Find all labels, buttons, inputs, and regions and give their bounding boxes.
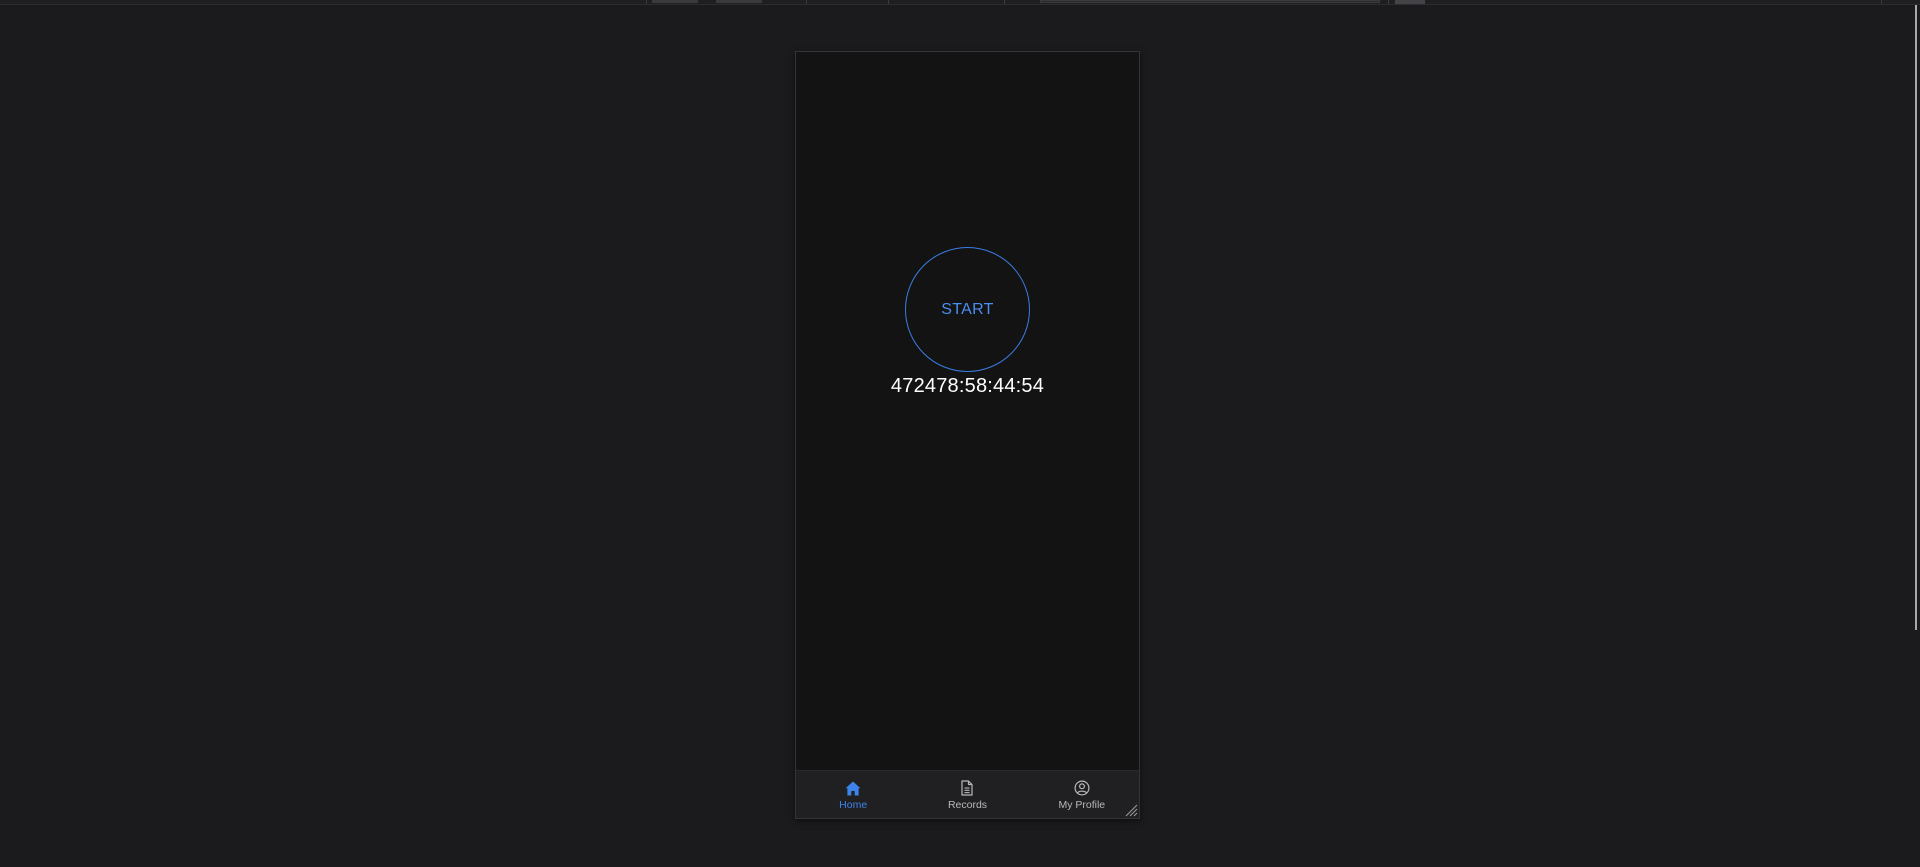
nav-item-label: My Profile — [1058, 799, 1106, 811]
nav-item-home[interactable]: Home — [796, 771, 910, 818]
toolbar-tab[interactable] — [716, 0, 762, 3]
bottom-navigation: Home Records My Profile — [796, 770, 1139, 818]
toolbar-button[interactable] — [1395, 0, 1425, 4]
page-scrollbar[interactable] — [1915, 5, 1917, 630]
nav-item-my-profile[interactable]: My Profile — [1025, 771, 1139, 818]
nav-item-records[interactable]: Records — [910, 771, 1024, 818]
toolbar-divider — [806, 0, 807, 4]
toolbar-tab[interactable] — [652, 0, 698, 3]
elapsed-timer: 472478:58:44:54 — [890, 375, 1045, 397]
browser-toolbar-strip — [0, 0, 1920, 5]
document-icon — [960, 780, 974, 796]
toolbar-divider — [1388, 0, 1389, 4]
resize-handle-icon[interactable] — [1124, 803, 1138, 817]
start-button[interactable]: START — [905, 247, 1030, 372]
toolbar-divider — [888, 0, 889, 4]
toolbar-divider — [1881, 0, 1882, 4]
mobile-viewport: START 472478:58:44:54 Home Records My Pr… — [795, 51, 1140, 819]
toolbar-divider — [1004, 0, 1005, 4]
toolbar-divider — [646, 0, 647, 4]
nav-item-label: Home — [839, 798, 868, 811]
nav-item-label: Records — [947, 799, 988, 811]
home-icon — [845, 781, 861, 796]
user-circle-icon — [1074, 780, 1090, 796]
address-field[interactable] — [1040, 0, 1380, 3]
